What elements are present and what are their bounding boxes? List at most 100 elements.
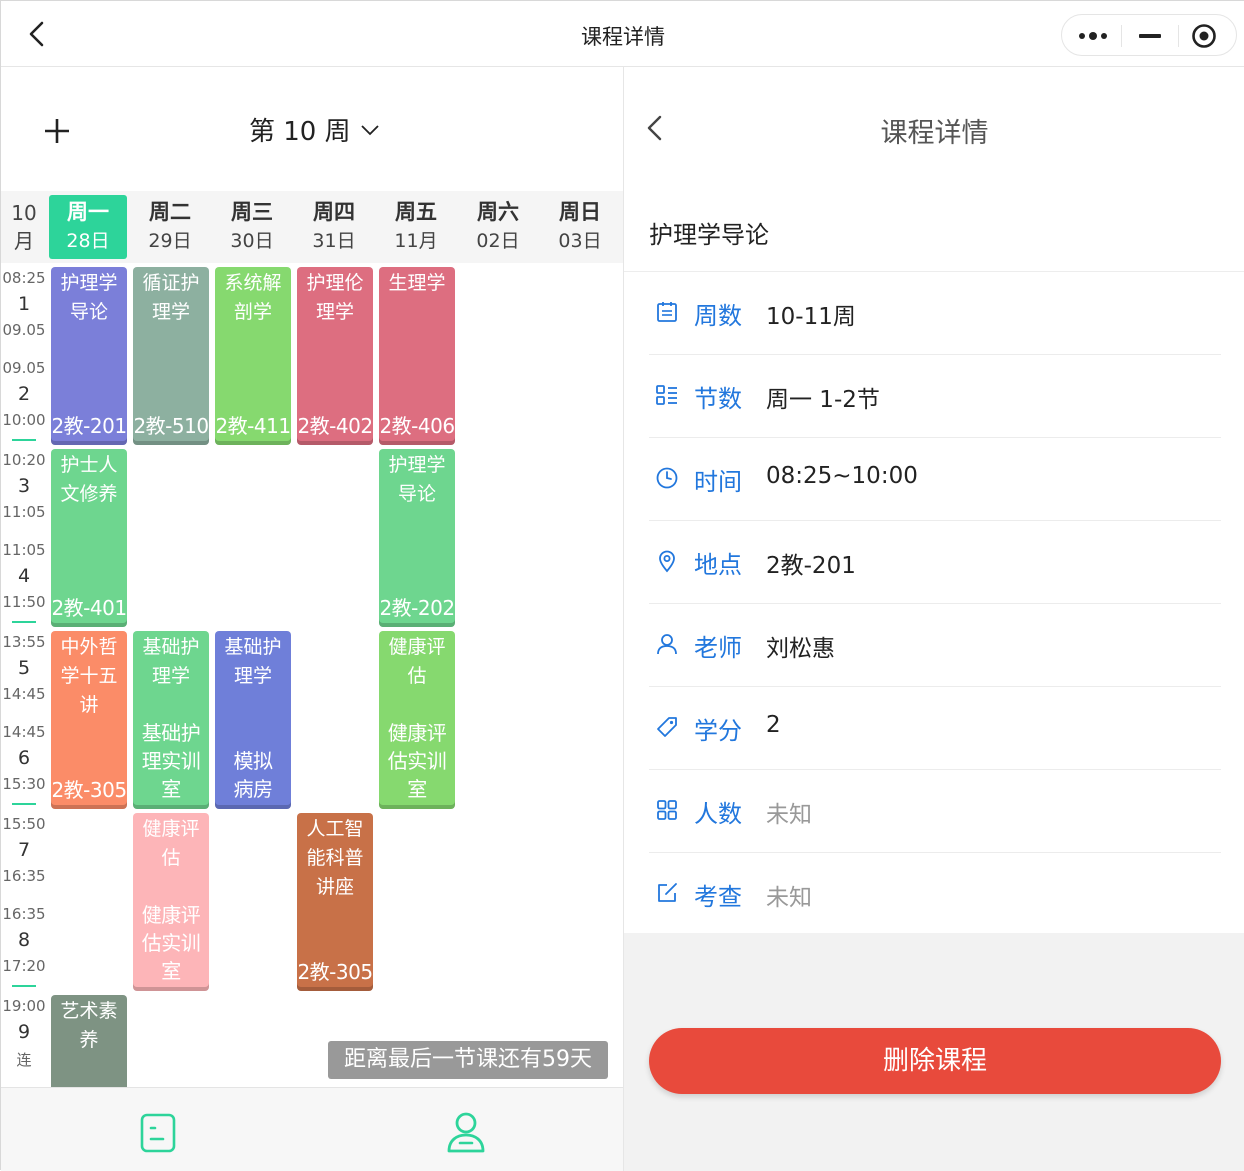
course-room: 2教-305 [51, 778, 127, 802]
period-start: 15:50 [2, 815, 46, 833]
minimize-icon[interactable] [1136, 25, 1164, 47]
info-row-location: 地点 2教-201 [649, 521, 1221, 604]
capsule-divider [1178, 25, 1179, 47]
course-name: 护理伦理学 [306, 272, 364, 323]
course-name: 基础护理学 [224, 636, 282, 687]
course-name: 基础护理学 [142, 636, 200, 687]
course-card[interactable]: 人工智能科普讲座 2教-305 [297, 813, 373, 991]
chevron-down-icon [360, 124, 379, 135]
delete-course-button[interactable]: 删除课程 [649, 1028, 1221, 1094]
add-course-icon[interactable] [41, 115, 73, 147]
info-label: 考查 [694, 883, 742, 911]
period-block: 13:55 5 14:45 14:45 6 15:30 [1, 627, 47, 809]
info-row-time: 时间 08:25~10:00 [649, 438, 1221, 521]
course-name: 生理学 [388, 272, 446, 294]
course-title: 护理学导论 [649, 221, 769, 249]
edit-icon [658, 883, 677, 902]
period-start: 11:05 [2, 541, 46, 559]
mini-program-window: 课程详情 第 10 周 10 月 周一 28日 周二 29日 周三 30日 周四… [0, 0, 1244, 1171]
course-name: 健康评估 [142, 818, 200, 869]
day-name: 周日 [559, 200, 601, 224]
period-number: 9 [17, 1021, 31, 1043]
countdown-toast: 距离最后一节课还有59天 [328, 1041, 608, 1079]
day-column-sat[interactable]: 周六 02日 [459, 195, 537, 259]
period-block: 08:25 1 09.05 09.05 2 10:00 [1, 263, 47, 445]
course-card[interactable]: 护士人文修养 2教-401 [51, 449, 127, 627]
info-label: 地点 [694, 551, 742, 579]
list-icon [656, 385, 677, 405]
course-name: 人工智能科普讲座 [306, 818, 364, 898]
schedule-panel: 第 10 周 10 月 周一 28日 周二 29日 周三 30日 周四 31日 … [1, 67, 624, 1171]
period-number: 3 [17, 475, 31, 497]
day-column-sun[interactable]: 周日 03日 [541, 195, 619, 259]
period-end: 09.05 [2, 321, 46, 339]
course-name: 护士人文修养 [60, 454, 118, 505]
course-card[interactable]: 系统解剖学 2教-411 [215, 267, 291, 445]
tag-icon [657, 717, 677, 737]
day-name: 周一 [67, 200, 109, 224]
info-value: 2 [766, 712, 781, 738]
day-column-mon[interactable]: 周一 28日 [49, 195, 127, 259]
period-end: 14:45 [2, 685, 46, 703]
course-room: 2教-305 [297, 960, 373, 984]
course-card[interactable]: 健康评估 健康评估实训室 [379, 631, 455, 809]
more-icon[interactable] [1076, 27, 1110, 45]
month-label: 10 月 [1, 191, 47, 263]
info-label: 时间 [694, 468, 742, 496]
period-end: 11:05 [2, 503, 46, 521]
period-divider [12, 621, 36, 623]
course-card[interactable]: 基础护理学 基础护理实训室 [133, 631, 209, 809]
detail-card: 课程详情 护理学导论 周数 10-11周 节数 周一 1-2节 时间 08:25… [624, 67, 1244, 933]
period-start: 10:20 [2, 451, 46, 469]
info-value: 10-11周 [766, 304, 856, 330]
info-row-weeks: 周数 10-11周 [649, 272, 1221, 355]
day-column-fri[interactable]: 周五 11月 [377, 195, 455, 259]
day-column-wed[interactable]: 周三 30日 [213, 195, 291, 259]
course-card[interactable]: 艺术素养 [51, 995, 127, 1095]
day-column-tue[interactable]: 周二 29日 [131, 195, 209, 259]
period-start: 13:55 [2, 633, 46, 651]
period-number: 2 [17, 383, 31, 405]
day-date: 02日 [476, 230, 520, 252]
period-start: 14:45 [2, 723, 46, 741]
period-start: 19:00 [2, 997, 46, 1015]
day-date: 30日 [230, 230, 274, 252]
day-column-thu[interactable]: 周四 31日 [295, 195, 373, 259]
weekday-header: 10 月 周一 28日 周二 29日 周三 30日 周四 31日 周五 11月 [1, 191, 624, 263]
info-label: 人数 [694, 800, 742, 828]
course-card[interactable]: 生理学 2教-406 [379, 267, 455, 445]
period-divider [12, 803, 36, 805]
course-card[interactable]: 循证护理学 2教-510 [133, 267, 209, 445]
period-start: 16:35 [2, 905, 46, 923]
day-date: 29日 [148, 230, 192, 252]
close-target-icon[interactable] [1190, 23, 1218, 49]
period-number: 5 [17, 657, 31, 679]
course-card[interactable]: 健康评估 健康评估实训室 [133, 813, 209, 991]
course-card[interactable]: 基础护理学 模拟病房 [215, 631, 291, 809]
course-room: 2教-510 [133, 414, 209, 438]
period-start: 09.05 [2, 359, 46, 377]
course-card[interactable]: 护理学导论 2教-202 [379, 449, 455, 627]
schedule-tab-icon[interactable] [139, 1112, 177, 1154]
period-end: 17:20 [2, 957, 46, 975]
day-name: 周二 [149, 200, 191, 224]
course-card[interactable]: 护理学导论 2教-201 [51, 267, 127, 445]
course-room: 2教-402 [297, 414, 373, 438]
period-divider [12, 439, 36, 441]
period-number: 6 [17, 747, 31, 769]
bottom-tab-bar [1, 1087, 624, 1171]
course-card[interactable]: 护理伦理学 2教-402 [297, 267, 373, 445]
week-selector[interactable]: 第 10 周 [249, 111, 381, 148]
course-card[interactable]: 中外哲学十五讲 2教-305 [51, 631, 127, 809]
period-end: 15:30 [2, 775, 46, 793]
course-room: 2教-202 [379, 596, 455, 620]
info-value: 未知 [766, 802, 812, 828]
profile-tab-icon[interactable] [445, 1110, 487, 1154]
course-name: 循证护理学 [142, 272, 200, 323]
period-number: 1 [17, 293, 31, 315]
course-room: 2教-401 [51, 596, 127, 620]
day-name: 周五 [395, 200, 437, 224]
day-name: 周三 [231, 200, 273, 224]
period-block: 15:50 7 16:35 16:35 8 17:20 [1, 809, 47, 991]
course-room: 模拟病房 [233, 749, 274, 801]
